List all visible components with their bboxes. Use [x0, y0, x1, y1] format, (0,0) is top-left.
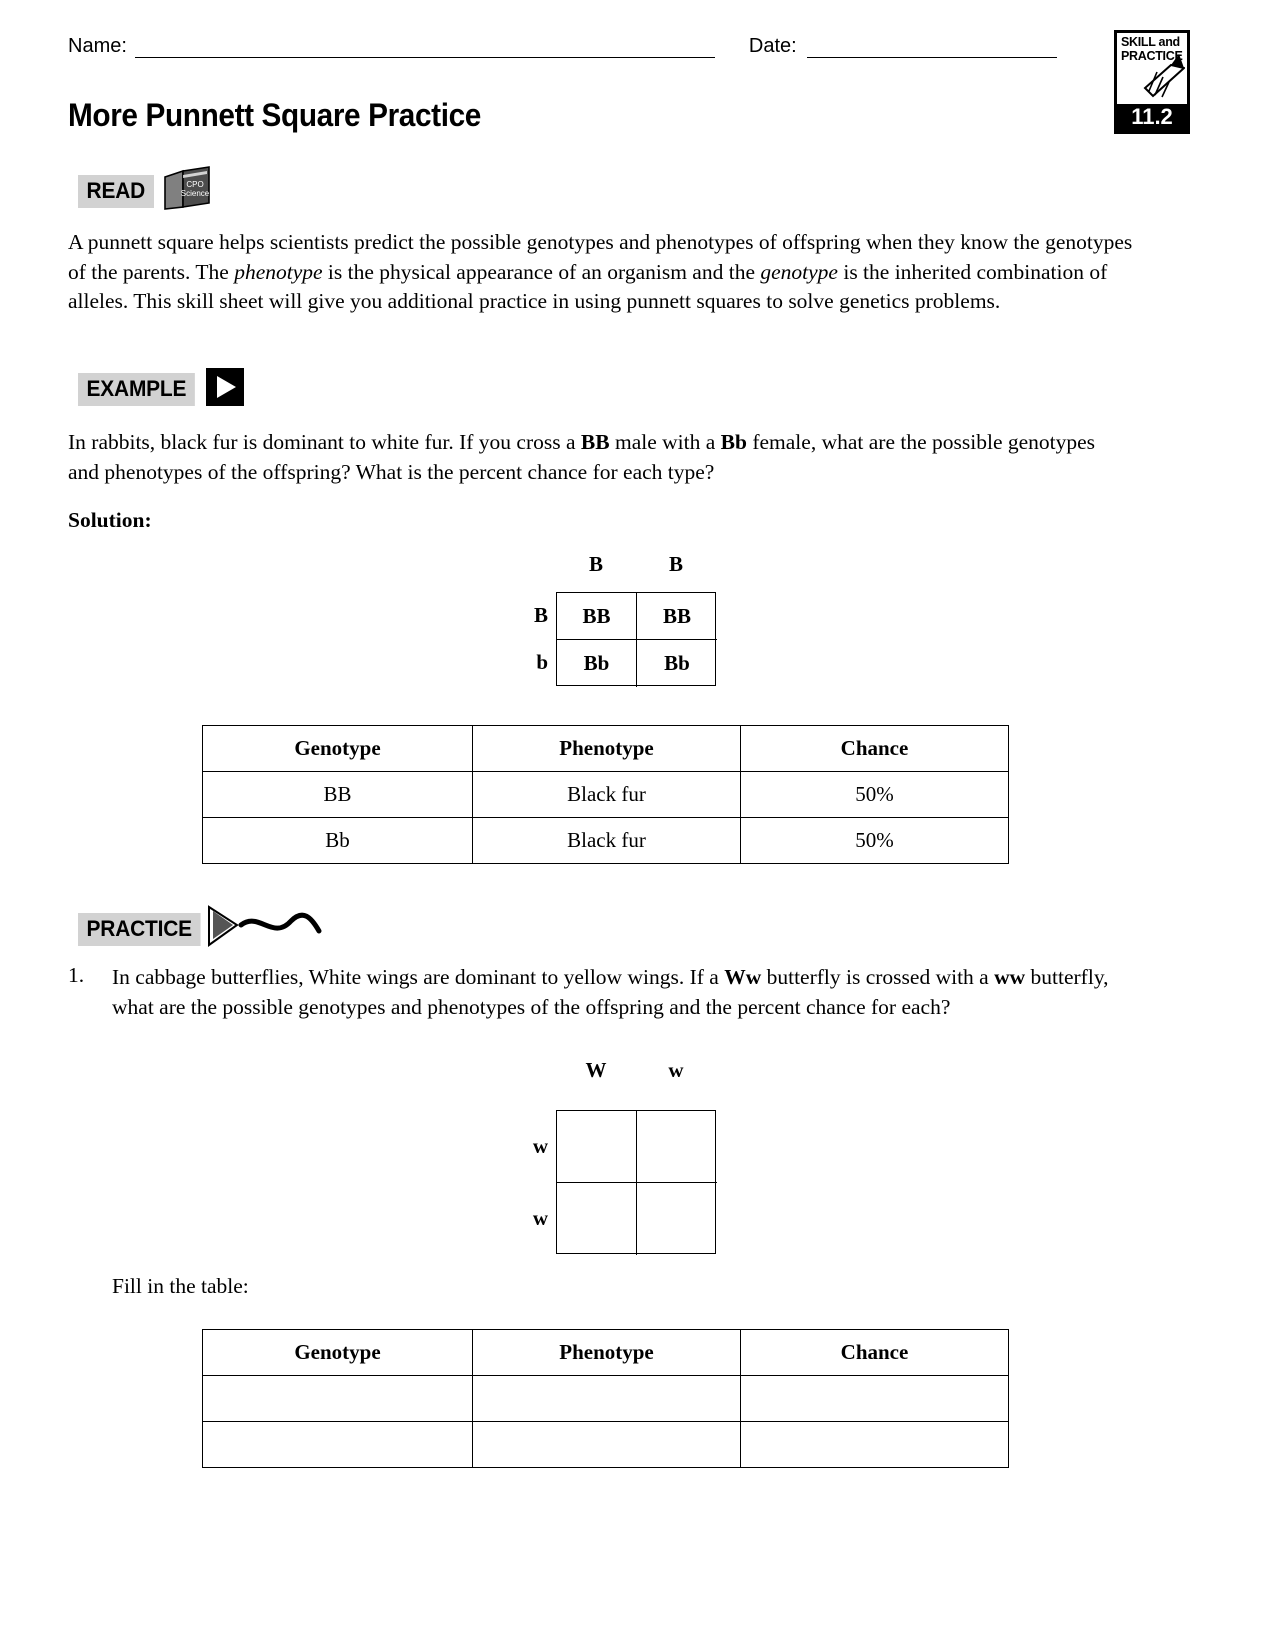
practice-label: PRACTICE [78, 913, 201, 946]
punnett-top-label: B [588, 552, 603, 576]
punnett-top-labels: B B [556, 552, 716, 577]
badge-top: SKILL and PRACTICE [1117, 33, 1187, 104]
punnett-left-label: B [533, 603, 548, 627]
name-input-line[interactable] [134, 34, 715, 58]
fill-in-table-label: Fill in the table: [112, 1274, 249, 1298]
column-header-genotype: Genotype [202, 1329, 473, 1376]
cell-genotype: BB [202, 771, 473, 818]
cell-genotype[interactable] [202, 1375, 473, 1422]
punnett-cell[interactable]: BB [637, 593, 717, 640]
worksheet-page: Name: Date: SKILL and PRACTICE 11.2 More… [0, 0, 1275, 1651]
punnett-top-label: B [668, 552, 683, 576]
read-section-header: READ CPO Science [78, 165, 213, 218]
svg-text:Science: Science [180, 189, 209, 198]
practice-punnett-square: W w w w [508, 1058, 728, 1258]
cell-chance[interactable] [740, 1421, 1009, 1468]
question-number: 1. [68, 963, 85, 987]
practice-section-header: PRACTICE [78, 905, 347, 954]
punnett-left-labels: B b [508, 592, 548, 686]
example-question: In rabbits, black fur is dominant to whi… [68, 430, 1096, 484]
punnett-top-label: W [585, 1058, 607, 1082]
punnett-cell[interactable] [557, 1183, 637, 1255]
punnett-left-label: w [532, 1205, 548, 1230]
cell-phenotype[interactable] [472, 1421, 741, 1468]
cell-phenotype: Black fur [472, 771, 741, 818]
table-row [202, 1375, 1009, 1422]
date-input-line[interactable] [806, 34, 1057, 58]
pencil-icon [1143, 52, 1187, 103]
cpo-science-book-icon: CPO Science [161, 165, 213, 218]
worksheet-header: Name: Date: [68, 34, 1078, 58]
punnett-left-label: b [536, 650, 548, 674]
punnett-grid: BB BB Bb Bb [556, 592, 717, 687]
skill-practice-badge: SKILL and PRACTICE 11.2 [1114, 30, 1190, 134]
cell-phenotype[interactable] [472, 1375, 741, 1422]
column-header-chance: Chance [740, 725, 1009, 772]
punnett-top-labels: W w [556, 1058, 716, 1083]
punnett-grid [556, 1110, 717, 1255]
svg-text:CPO: CPO [186, 180, 203, 189]
table-header-row: Genotype Phenotype Chance [202, 1329, 1009, 1376]
column-header-chance: Chance [740, 1329, 1009, 1376]
table-row: BB Black fur 50% [202, 771, 1009, 818]
triangle-squiggle-icon [207, 905, 347, 954]
punnett-cell[interactable] [637, 1111, 717, 1183]
badge-line1: SKILL and [1121, 35, 1180, 49]
example-label: EXAMPLE [78, 373, 195, 406]
punnett-top-label: w [668, 1058, 684, 1082]
cell-genotype: Bb [202, 817, 473, 864]
table-row: Bb Black fur 50% [202, 817, 1009, 864]
punnett-cell[interactable]: Bb [637, 640, 717, 687]
date-label: Date: [748, 35, 797, 57]
example-section-header: EXAMPLE [78, 368, 244, 411]
punnett-cell[interactable] [557, 1111, 637, 1183]
example-punnett-square: B B B b BB BB Bb Bb [508, 552, 728, 692]
column-header-genotype: Genotype [202, 725, 473, 772]
read-paragraph: A punnett square helps scientists predic… [68, 230, 1133, 313]
table-header-row: Genotype Phenotype Chance [202, 725, 1009, 772]
column-header-phenotype: Phenotype [472, 725, 741, 772]
cell-chance: 50% [740, 817, 1009, 864]
name-label: Name: [68, 35, 127, 57]
table-row [202, 1421, 1009, 1468]
punnett-left-label: w [532, 1133, 548, 1158]
punnett-cell[interactable]: Bb [557, 640, 637, 687]
read-label: READ [78, 175, 154, 208]
play-triangle-icon [205, 368, 244, 411]
solution-label: Solution: [68, 508, 152, 532]
cell-chance[interactable] [740, 1375, 1009, 1422]
cell-chance: 50% [740, 771, 1009, 818]
column-header-phenotype: Phenotype [472, 1329, 741, 1376]
punnett-cell[interactable] [637, 1183, 717, 1255]
badge-number: 11.2 [1117, 104, 1187, 131]
punnett-left-labels: w w [508, 1110, 548, 1254]
page-title: More Punnett Square Practice [68, 97, 481, 133]
cell-genotype[interactable] [202, 1421, 473, 1468]
practice-question-1: In cabbage butterflies, White wings are … [112, 965, 1109, 1019]
punnett-cell[interactable]: BB [557, 593, 637, 640]
practice-results-table: Genotype Phenotype Chance [202, 1329, 1009, 1468]
example-results-table: Genotype Phenotype Chance BB Black fur 5… [202, 725, 1009, 864]
cell-phenotype: Black fur [472, 817, 741, 864]
